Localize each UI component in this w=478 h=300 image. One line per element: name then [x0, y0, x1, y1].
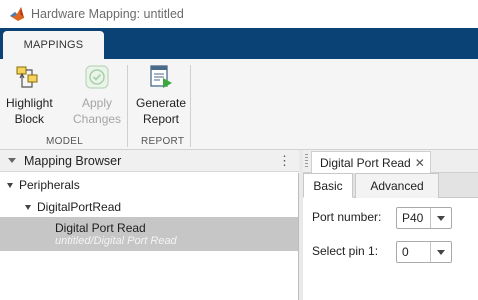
- generate-label-line1: Generate: [136, 96, 187, 110]
- tab-digital-port-read[interactable]: Digital Port Read ✕: [311, 151, 431, 173]
- group-divider: [190, 65, 191, 147]
- window-title: Hardware Mapping: untitled: [31, 7, 184, 21]
- tree-item-peripherals[interactable]: Peripherals: [7, 178, 80, 192]
- mapping-browser-header[interactable]: Mapping Browser ⋮: [0, 150, 300, 172]
- expand-arrow-icon[interactable]: [7, 182, 13, 188]
- select-pin-dropdown[interactable]: 0: [396, 241, 452, 263]
- property-tabs: Basic Advanced: [303, 173, 478, 198]
- port-number-label: Port number:: [312, 210, 382, 224]
- apply-changes-button[interactable]: Apply Changes: [73, 64, 121, 127]
- chevron-down-icon[interactable]: [431, 215, 451, 221]
- properties-panel: Port number: P40 Select pin 1: 0: [303, 198, 478, 300]
- ribbon-tab-strip: MAPPINGS: [0, 28, 478, 59]
- report-group-label: REPORT: [141, 136, 185, 147]
- document-tab-bar: Digital Port Read ✕: [303, 150, 478, 173]
- model-group-label: MODEL: [46, 136, 84, 147]
- highlight-block-icon: [16, 66, 38, 88]
- select-pin-value: 0: [402, 245, 409, 259]
- generate-report-button[interactable]: Generate Report: [136, 64, 186, 127]
- expand-arrow-icon[interactable]: [25, 204, 31, 210]
- port-number-value: P40: [402, 211, 424, 225]
- tree-item-label: DigitalPortRead: [37, 200, 122, 214]
- apply-label-line1: Apply: [82, 96, 113, 110]
- tab-basic[interactable]: Basic: [303, 173, 353, 198]
- drag-grip-icon[interactable]: [305, 154, 308, 168]
- block-path: untitled/Digital Port Read: [55, 235, 177, 247]
- apply-changes-icon: [85, 65, 109, 89]
- tab-advanced[interactable]: Advanced: [355, 173, 439, 198]
- tree-item-selected-block[interactable]: Digital Port Read untitled/Digital Port …: [0, 217, 298, 251]
- generate-report-icon: [150, 65, 173, 88]
- document-tab-title: Digital Port Read: [320, 155, 411, 170]
- toolstrip: Highlight Block Apply Changes MODEL Gene…: [0, 59, 478, 150]
- matlab-logo-icon: [10, 7, 24, 21]
- highlight-block-button[interactable]: Highlight Block: [6, 64, 53, 127]
- highlight-label-line1: Highlight: [6, 96, 53, 110]
- mapping-tree: Peripherals DigitalPortRead Digital Port…: [0, 173, 299, 300]
- tab-mappings[interactable]: MAPPINGS: [3, 31, 104, 59]
- block-name: Digital Port Read: [55, 221, 146, 235]
- title-bar: Hardware Mapping: untitled: [0, 0, 478, 28]
- tree-item-label: Peripherals: [19, 178, 80, 192]
- tree-item-digitalportread[interactable]: DigitalPortRead: [25, 200, 121, 214]
- mapping-browser-title: Mapping Browser: [24, 153, 122, 168]
- close-icon[interactable]: ✕: [415, 156, 425, 170]
- highlight-label-line2: Block: [14, 112, 45, 126]
- generate-label-line2: Report: [143, 112, 180, 126]
- chevron-down-icon[interactable]: [431, 249, 451, 255]
- select-pin-label: Select pin 1:: [312, 244, 379, 258]
- group-divider: [127, 65, 128, 147]
- port-number-dropdown[interactable]: P40: [396, 207, 452, 229]
- apply-label-line2: Changes: [73, 112, 122, 126]
- collapse-panel-icon[interactable]: [8, 158, 16, 163]
- kebab-menu-icon[interactable]: ⋮: [278, 153, 291, 169]
